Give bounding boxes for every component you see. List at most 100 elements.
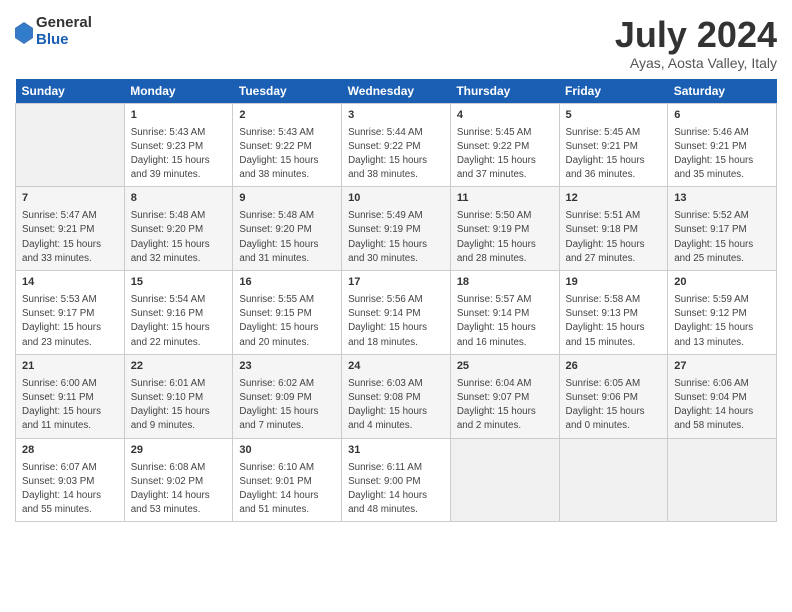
calendar-cell: 21Sunrise: 6:00 AMSunset: 9:11 PMDayligh… bbox=[16, 354, 125, 438]
day-detail: Sunset: 9:06 PM bbox=[566, 391, 662, 405]
logo-icon bbox=[15, 22, 33, 44]
day-detail: and 53 minutes. bbox=[131, 503, 227, 517]
day-detail: and 31 minutes. bbox=[239, 252, 335, 266]
day-detail: Sunrise: 5:43 AM bbox=[131, 126, 227, 140]
day-detail: and 16 minutes. bbox=[457, 336, 553, 350]
day-detail: and 2 minutes. bbox=[457, 419, 553, 433]
main-title: July 2024 bbox=[615, 15, 777, 55]
day-number: 29 bbox=[131, 443, 227, 459]
day-detail: Daylight: 15 hours bbox=[348, 405, 444, 419]
day-detail: Sunset: 9:14 PM bbox=[348, 307, 444, 321]
day-number: 28 bbox=[22, 443, 118, 459]
day-detail: Sunrise: 5:55 AM bbox=[239, 293, 335, 307]
day-number: 22 bbox=[131, 359, 227, 375]
day-detail: Sunrise: 6:05 AM bbox=[566, 377, 662, 391]
day-detail: and 9 minutes. bbox=[131, 419, 227, 433]
day-detail: Sunset: 9:19 PM bbox=[348, 223, 444, 237]
calendar-cell: 22Sunrise: 6:01 AMSunset: 9:10 PMDayligh… bbox=[124, 354, 233, 438]
calendar-week-row: 7Sunrise: 5:47 AMSunset: 9:21 PMDaylight… bbox=[16, 187, 777, 271]
day-detail: and 38 minutes. bbox=[239, 168, 335, 182]
logo-text: General Blue bbox=[36, 15, 92, 48]
day-detail: Sunrise: 5:48 AM bbox=[239, 209, 335, 223]
day-detail: Sunset: 9:21 PM bbox=[674, 140, 770, 154]
day-detail: Sunset: 9:04 PM bbox=[674, 391, 770, 405]
day-number: 11 bbox=[457, 191, 553, 207]
day-detail: and 20 minutes. bbox=[239, 336, 335, 350]
day-detail: and 30 minutes. bbox=[348, 252, 444, 266]
day-detail: Sunrise: 5:48 AM bbox=[131, 209, 227, 223]
calendar-cell: 15Sunrise: 5:54 AMSunset: 9:16 PMDayligh… bbox=[124, 271, 233, 355]
day-number: 21 bbox=[22, 359, 118, 375]
day-number: 13 bbox=[674, 191, 770, 207]
day-detail: Sunrise: 6:04 AM bbox=[457, 377, 553, 391]
day-detail: Daylight: 15 hours bbox=[22, 405, 118, 419]
day-detail: Sunset: 9:22 PM bbox=[457, 140, 553, 154]
day-detail: Daylight: 15 hours bbox=[22, 321, 118, 335]
day-detail: Sunrise: 5:45 AM bbox=[457, 126, 553, 140]
day-detail: Sunset: 9:22 PM bbox=[239, 140, 335, 154]
day-detail: Sunrise: 5:44 AM bbox=[348, 126, 444, 140]
day-detail: and 36 minutes. bbox=[566, 168, 662, 182]
calendar-cell: 6Sunrise: 5:46 AMSunset: 9:21 PMDaylight… bbox=[668, 103, 777, 187]
logo-blue: Blue bbox=[36, 32, 92, 49]
calendar-cell: 18Sunrise: 5:57 AMSunset: 9:14 PMDayligh… bbox=[450, 271, 559, 355]
day-number: 10 bbox=[348, 191, 444, 207]
calendar-cell: 5Sunrise: 5:45 AMSunset: 9:21 PMDaylight… bbox=[559, 103, 668, 187]
calendar-cell bbox=[450, 438, 559, 522]
day-detail: Daylight: 15 hours bbox=[348, 238, 444, 252]
day-detail: and 35 minutes. bbox=[674, 168, 770, 182]
day-detail: and 48 minutes. bbox=[348, 503, 444, 517]
day-detail: and 18 minutes. bbox=[348, 336, 444, 350]
calendar-cell bbox=[668, 438, 777, 522]
day-detail: Daylight: 15 hours bbox=[131, 154, 227, 168]
calendar-cell: 30Sunrise: 6:10 AMSunset: 9:01 PMDayligh… bbox=[233, 438, 342, 522]
day-detail: Daylight: 15 hours bbox=[674, 154, 770, 168]
calendar-cell: 7Sunrise: 5:47 AMSunset: 9:21 PMDaylight… bbox=[16, 187, 125, 271]
day-detail: Sunset: 9:01 PM bbox=[239, 475, 335, 489]
day-detail: and 58 minutes. bbox=[674, 419, 770, 433]
day-number: 5 bbox=[566, 108, 662, 124]
day-detail: and 7 minutes. bbox=[239, 419, 335, 433]
calendar-cell: 10Sunrise: 5:49 AMSunset: 9:19 PMDayligh… bbox=[342, 187, 451, 271]
day-number: 19 bbox=[566, 275, 662, 291]
day-detail: and 28 minutes. bbox=[457, 252, 553, 266]
calendar-cell: 19Sunrise: 5:58 AMSunset: 9:13 PMDayligh… bbox=[559, 271, 668, 355]
day-number: 9 bbox=[239, 191, 335, 207]
calendar-week-row: 28Sunrise: 6:07 AMSunset: 9:03 PMDayligh… bbox=[16, 438, 777, 522]
calendar-cell: 3Sunrise: 5:44 AMSunset: 9:22 PMDaylight… bbox=[342, 103, 451, 187]
calendar-cell: 24Sunrise: 6:03 AMSunset: 9:08 PMDayligh… bbox=[342, 354, 451, 438]
header-monday: Monday bbox=[124, 79, 233, 104]
day-detail: and 0 minutes. bbox=[566, 419, 662, 433]
header-tuesday: Tuesday bbox=[233, 79, 342, 104]
day-detail: Sunset: 9:00 PM bbox=[348, 475, 444, 489]
day-detail: Daylight: 15 hours bbox=[239, 321, 335, 335]
day-detail: Sunrise: 6:11 AM bbox=[348, 461, 444, 475]
day-number: 31 bbox=[348, 443, 444, 459]
day-number: 24 bbox=[348, 359, 444, 375]
day-detail: and 4 minutes. bbox=[348, 419, 444, 433]
day-detail: Daylight: 15 hours bbox=[674, 238, 770, 252]
day-detail: and 27 minutes. bbox=[566, 252, 662, 266]
day-detail: Daylight: 14 hours bbox=[239, 489, 335, 503]
header-wednesday: Wednesday bbox=[342, 79, 451, 104]
calendar-cell: 12Sunrise: 5:51 AMSunset: 9:18 PMDayligh… bbox=[559, 187, 668, 271]
day-detail: and 37 minutes. bbox=[457, 168, 553, 182]
calendar-cell: 16Sunrise: 5:55 AMSunset: 9:15 PMDayligh… bbox=[233, 271, 342, 355]
day-detail: Sunset: 9:03 PM bbox=[22, 475, 118, 489]
day-detail: Daylight: 15 hours bbox=[239, 405, 335, 419]
day-detail: and 23 minutes. bbox=[22, 336, 118, 350]
day-detail: Sunrise: 5:52 AM bbox=[674, 209, 770, 223]
day-detail: Sunset: 9:14 PM bbox=[457, 307, 553, 321]
day-number: 30 bbox=[239, 443, 335, 459]
day-detail: Sunrise: 5:54 AM bbox=[131, 293, 227, 307]
calendar-table: SundayMondayTuesdayWednesdayThursdayFrid… bbox=[15, 79, 777, 523]
day-detail: Sunset: 9:02 PM bbox=[131, 475, 227, 489]
day-detail: Sunrise: 5:51 AM bbox=[566, 209, 662, 223]
day-detail: and 51 minutes. bbox=[239, 503, 335, 517]
day-number: 2 bbox=[239, 108, 335, 124]
day-number: 8 bbox=[131, 191, 227, 207]
day-detail: Sunset: 9:20 PM bbox=[239, 223, 335, 237]
day-detail: Daylight: 15 hours bbox=[566, 405, 662, 419]
calendar-cell: 17Sunrise: 5:56 AMSunset: 9:14 PMDayligh… bbox=[342, 271, 451, 355]
day-number: 25 bbox=[457, 359, 553, 375]
